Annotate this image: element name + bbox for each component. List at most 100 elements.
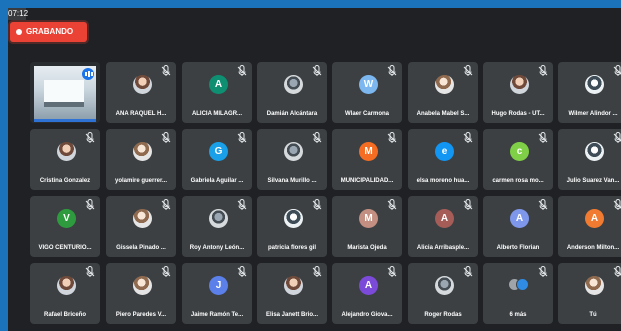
- mic-off-icon: [161, 266, 171, 277]
- avatar: e: [435, 142, 454, 161]
- participant-name: MUNICIPALIDAD...: [340, 178, 394, 184]
- participant-tile[interactable]: [30, 62, 100, 123]
- participant-tile[interactable]: V VIGO CENTURIO...: [30, 196, 100, 257]
- participant-tile[interactable]: A Anderson Milton...: [558, 196, 621, 257]
- participant-name: Rafael Briceño: [43, 312, 86, 318]
- mic-off-icon: [463, 132, 473, 143]
- meeting-topbar: 07:12 GRABANDO: [8, 8, 621, 44]
- mic-off-icon: [312, 65, 322, 76]
- participant-tile[interactable]: W Wlaer Carmona: [332, 62, 402, 123]
- avatar: [57, 276, 76, 295]
- participant-tile[interactable]: Piero Paredes V...: [106, 263, 176, 324]
- mic-off-icon: [161, 199, 171, 210]
- mic-off-icon: [387, 65, 397, 76]
- avatar: A: [209, 75, 228, 94]
- participant-tile[interactable]: M MUNICIPALIDAD...: [332, 129, 402, 190]
- avatar: [284, 75, 303, 94]
- avatar: A: [510, 209, 529, 228]
- participant-tile[interactable]: yolamire guerrer...: [106, 129, 176, 190]
- participant-tile[interactable]: c carmen rosa mo...: [483, 129, 553, 190]
- speaking-indicator-icon: [82, 68, 94, 80]
- avatar: M: [359, 209, 378, 228]
- participant-name: Silvana Murillo ...: [267, 178, 317, 184]
- avatar: [284, 276, 303, 295]
- participant-name: Gissela Pinado ...: [116, 245, 166, 251]
- participant-tile[interactable]: patricia flores gil: [257, 196, 327, 257]
- mic-off-icon: [613, 132, 621, 143]
- mic-off-icon: [85, 199, 95, 210]
- participant-tile[interactable]: Hugo Rodas - UT...: [483, 62, 553, 123]
- avatar: [57, 142, 76, 161]
- recording-badge: GRABANDO: [10, 22, 87, 42]
- participant-tile[interactable]: e elsa moreno hua...: [408, 129, 478, 190]
- participant-name: Anabela Mabel S...: [416, 111, 470, 117]
- mic-off-icon: [161, 132, 171, 143]
- participant-tile[interactable]: A Alejandro Giova...: [332, 263, 402, 324]
- participant-name: Roger Rodas: [424, 312, 462, 318]
- avatar: W: [359, 75, 378, 94]
- participant-tile[interactable]: A Alberto Florian: [483, 196, 553, 257]
- avatar: [435, 75, 454, 94]
- participant-name: ANA RAQUEL H...: [115, 111, 167, 117]
- participant-tile[interactable]: Julio Suarez Van...: [558, 129, 621, 190]
- mic-off-icon: [538, 199, 548, 210]
- mic-off-icon: [613, 266, 621, 277]
- participant-tile[interactable]: Wilmer Alindor ...: [558, 62, 621, 123]
- mic-off-icon: [463, 266, 473, 277]
- screen-background: 07:12 GRABANDO ANA RAQUEL H... A ALICIA …: [0, 0, 621, 331]
- participant-tile[interactable]: J Jaime Ramón Te...: [182, 263, 252, 324]
- participant-tile[interactable]: 6 más: [483, 263, 553, 324]
- participant-name: Wilmer Alindor ...: [568, 111, 618, 117]
- mic-off-icon: [538, 266, 548, 277]
- participant-tile[interactable]: Gissela Pinado ...: [106, 196, 176, 257]
- mic-off-icon: [312, 266, 322, 277]
- participant-tile[interactable]: Cristina Gonzalez: [30, 129, 100, 190]
- meeting-time: 07:12: [8, 8, 29, 20]
- participant-tile[interactable]: Silvana Murillo ...: [257, 129, 327, 190]
- participant-tile[interactable]: M Marista Ojeda: [332, 196, 402, 257]
- avatar: [284, 209, 303, 228]
- avatar: G: [209, 142, 228, 161]
- avatar: A: [359, 276, 378, 295]
- participant-tile[interactable]: G Gabriela Aguilar ...: [182, 129, 252, 190]
- participant-grid: ANA RAQUEL H... A ALICIA MILAGR... Damiá…: [8, 62, 621, 331]
- participant-tile[interactable]: Tú: [558, 263, 621, 324]
- participant-tile[interactable]: Rafael Briceño: [30, 263, 100, 324]
- recording-label: GRABANDO: [26, 27, 74, 36]
- participant-tile[interactable]: Roy Antony León...: [182, 196, 252, 257]
- mic-off-icon: [85, 266, 95, 277]
- meeting-window: 07:12 GRABANDO ANA RAQUEL H... A ALICIA …: [8, 8, 621, 331]
- participant-name: Jaime Ramón Te...: [190, 312, 244, 318]
- participant-name: Damián Alcántara: [266, 111, 318, 117]
- participant-name: Anderson Milton...: [566, 245, 620, 251]
- avatar: A: [435, 209, 454, 228]
- avatar: [133, 142, 152, 161]
- participant-name: Alberto Florian: [496, 245, 540, 251]
- mic-off-icon: [387, 132, 397, 143]
- mic-off-icon: [237, 199, 247, 210]
- avatar: V: [57, 209, 76, 228]
- participant-name: Tú: [589, 312, 597, 318]
- more-participants-label: 6 más: [509, 312, 527, 318]
- participant-name: VIGO CENTURIO...: [38, 245, 92, 251]
- mic-off-icon: [613, 65, 621, 76]
- avatar: [510, 75, 529, 94]
- participant-tile[interactable]: Damián Alcántara: [257, 62, 327, 123]
- mic-off-icon: [463, 65, 473, 76]
- participant-tile[interactable]: Elisa Janett Brio...: [257, 263, 327, 324]
- participant-name: Julio Suarez Van...: [566, 178, 620, 184]
- participant-tile[interactable]: A ALICIA MILAGR...: [182, 62, 252, 123]
- participant-name: Wlaer Carmona: [344, 111, 389, 117]
- participant-name: Alicia Arribasple...: [416, 245, 470, 251]
- avatar: [133, 276, 152, 295]
- participant-name: carmen rosa mo...: [492, 178, 544, 184]
- avatar: [585, 276, 604, 295]
- mic-off-icon: [161, 65, 171, 76]
- participant-tile[interactable]: Anabela Mabel S...: [408, 62, 478, 123]
- participant-tile[interactable]: ANA RAQUEL H...: [106, 62, 176, 123]
- participant-tile[interactable]: A Alicia Arribasple...: [408, 196, 478, 257]
- participant-name: Hugo Rodas - UT...: [491, 111, 545, 117]
- participant-tile[interactable]: Roger Rodas: [408, 263, 478, 324]
- avatar: [585, 142, 604, 161]
- participant-name: Elisa Janett Brio...: [265, 312, 319, 318]
